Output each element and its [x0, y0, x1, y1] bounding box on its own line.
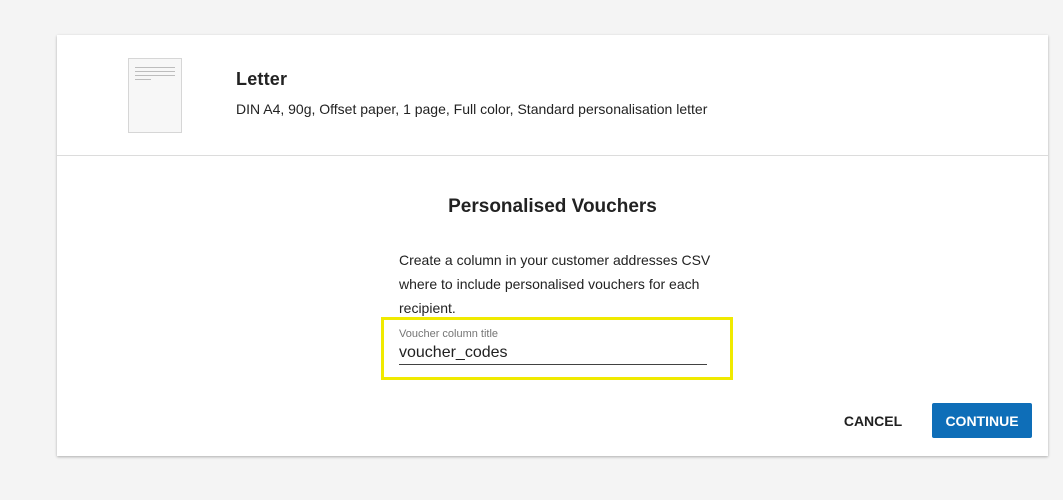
product-header: Letter DIN A4, 90g, Offset paper, 1 page…	[57, 35, 1048, 156]
thumbnail-line	[135, 79, 151, 80]
product-title: Letter	[236, 69, 288, 89]
voucher-column-label: Voucher column title	[399, 328, 499, 340]
vouchers-instructions: Create a column in your customer address…	[399, 252, 711, 316]
thumbnail-line	[135, 67, 175, 68]
continue-button[interactable]: CONTINUE	[932, 403, 1032, 438]
thumbnail-line	[135, 75, 175, 76]
thumbnail-line	[135, 71, 175, 72]
vouchers-title: Personalised Vouchers	[448, 196, 657, 217]
cancel-button[interactable]: CANCEL	[832, 403, 914, 438]
product-description: DIN A4, 90g, Offset paper, 1 page, Full …	[236, 101, 708, 117]
product-dialog: Letter DIN A4, 90g, Offset paper, 1 page…	[57, 35, 1048, 456]
voucher-column-input[interactable]	[399, 342, 707, 365]
document-thumbnail-icon	[128, 58, 182, 133]
